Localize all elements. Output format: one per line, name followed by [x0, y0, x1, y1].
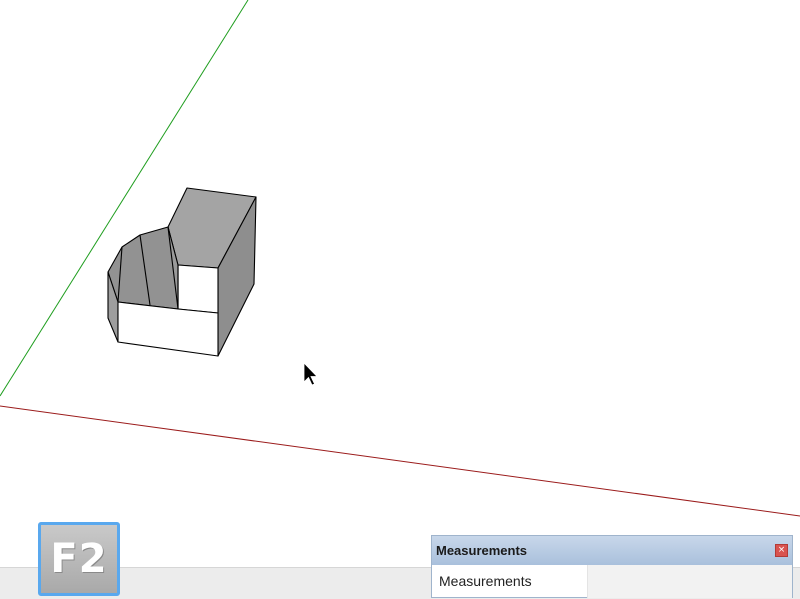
red-axis: [0, 405, 800, 517]
measurements-panel[interactable]: Measurements × Measurements: [431, 535, 793, 598]
measurements-label: Measurements: [439, 573, 532, 589]
arrow-cursor-icon: [303, 362, 318, 386]
measurements-body: Measurements: [432, 565, 792, 598]
measurements-title: Measurements: [436, 543, 528, 558]
measurements-titlebar[interactable]: Measurements ×: [432, 536, 792, 565]
shortcut-key-badge: F2: [38, 522, 120, 596]
close-icon[interactable]: ×: [775, 544, 788, 557]
measurements-input[interactable]: [587, 565, 792, 598]
model-viewport[interactable]: [0, 0, 800, 598]
3d-model[interactable]: [107, 187, 257, 357]
shortcut-key-label: F2: [50, 536, 108, 582]
model-notch-front-face: [177, 264, 219, 314]
